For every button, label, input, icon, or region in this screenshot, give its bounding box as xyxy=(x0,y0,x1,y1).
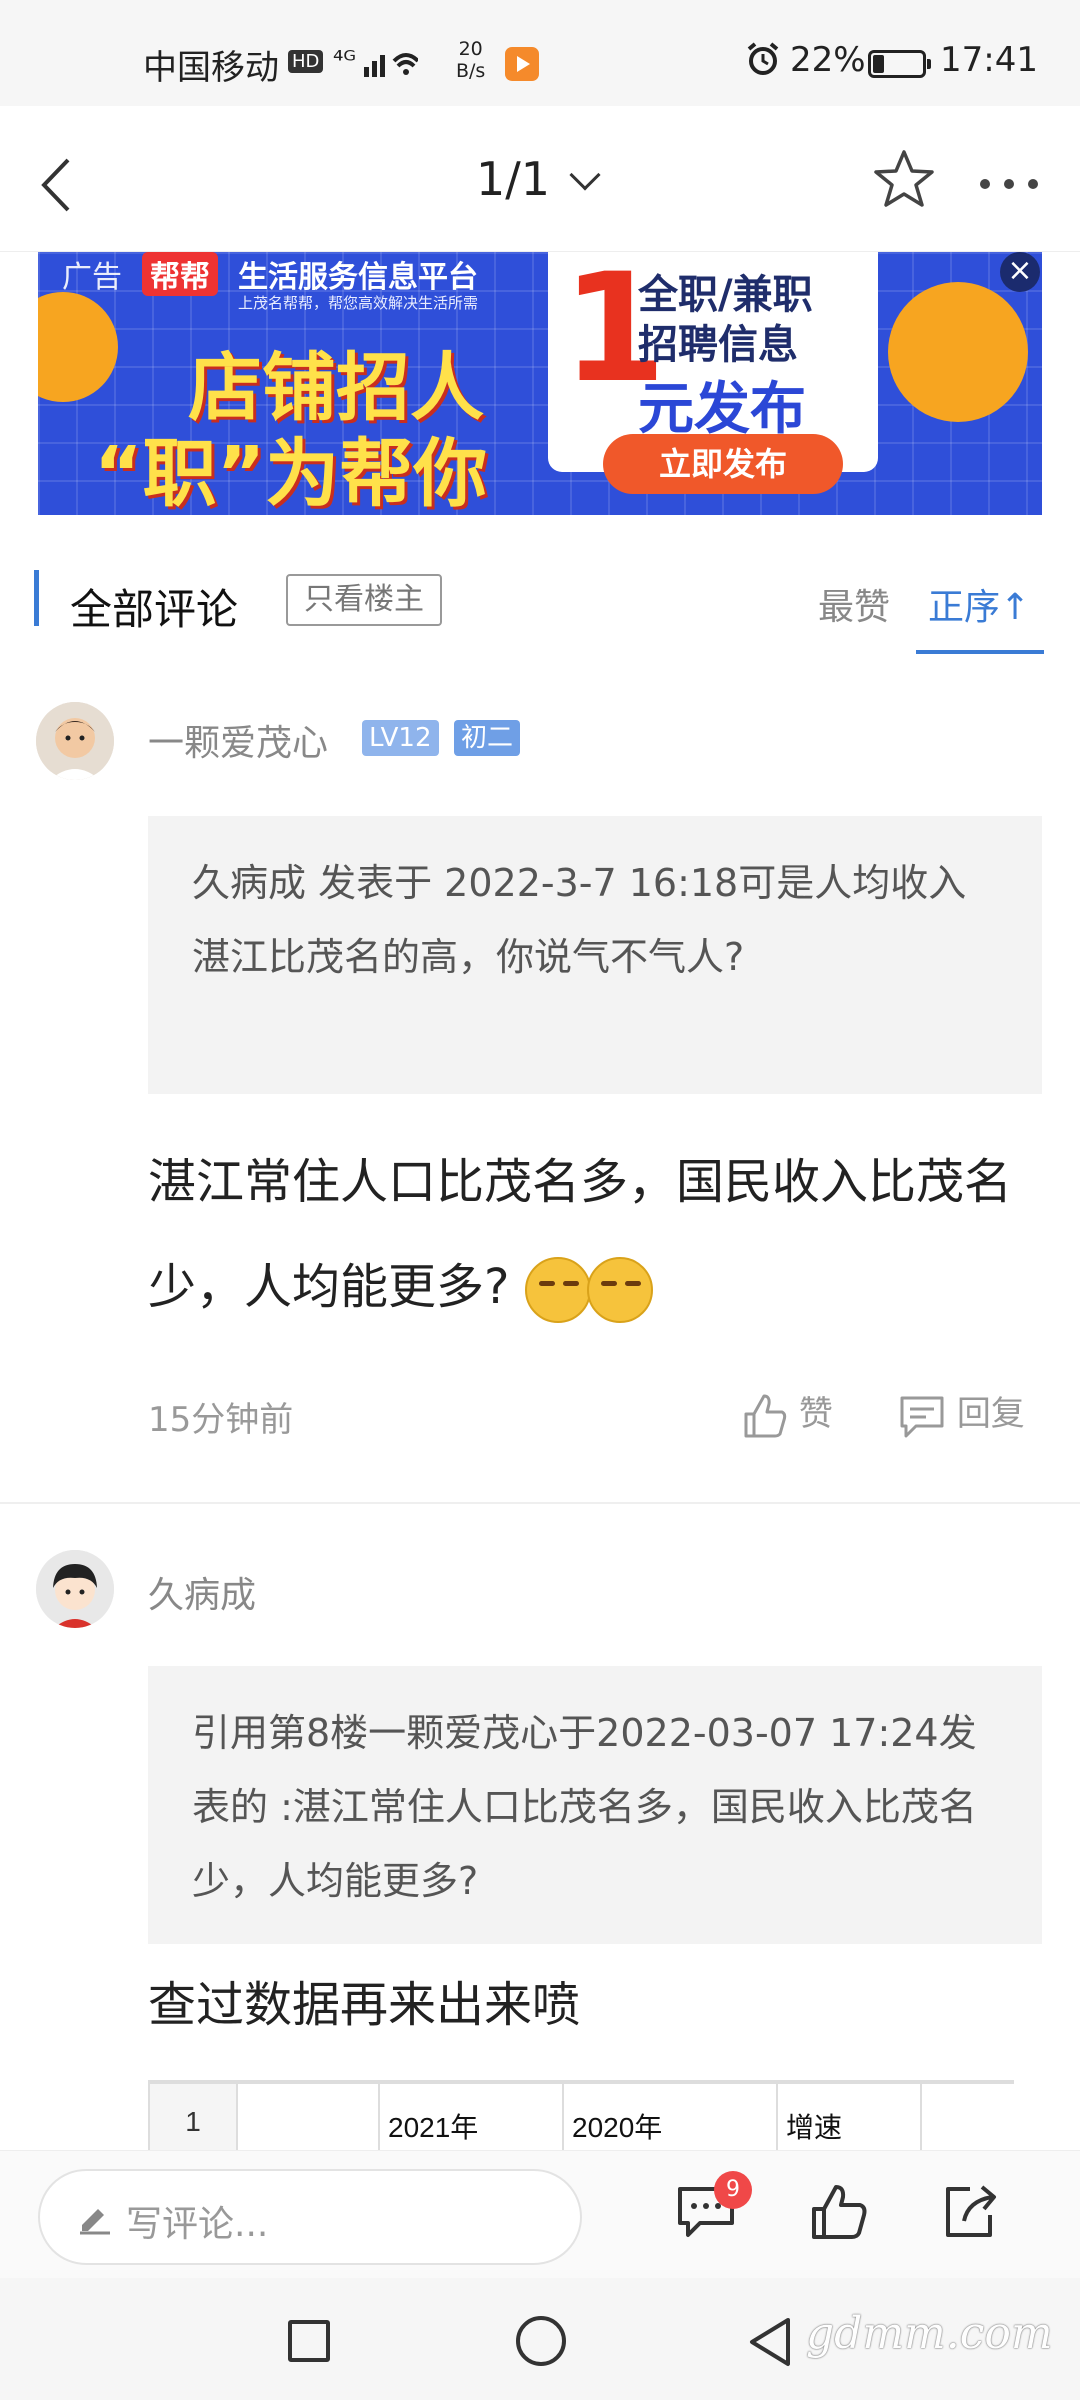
battery-percent: 22% xyxy=(790,40,866,80)
clock: 17:41 xyxy=(940,40,1038,80)
cartoon-face-left xyxy=(38,292,118,402)
status-bar: 中国移动 HD ⁴ᴳ 20 B/s 22% 17:41 xyxy=(0,0,1080,106)
quote-block: 久病成 发表于 2022-3-7 16:18可是人均收入湛江比茂名的高，你说气不… xyxy=(148,816,1042,1094)
watermark: gdmm.com xyxy=(806,2308,1053,2359)
username[interactable]: 一颗爱茂心 xyxy=(148,714,328,766)
ad-card-line-2: 招聘信息 xyxy=(638,322,798,368)
comment-input[interactable]: 写评论... xyxy=(38,2169,582,2265)
network-type: ⁴ᴳ xyxy=(333,46,357,76)
sheet-cell-f xyxy=(920,2084,1014,2150)
embedded-spreadsheet-image[interactable]: 1 2021年 2020年 增速 xyxy=(148,2080,1014,2150)
more-icon[interactable] xyxy=(980,174,1052,193)
divider xyxy=(0,1502,1080,1504)
comment-placeholder: 写评论... xyxy=(126,2204,269,2245)
like-button[interactable]: 赞 xyxy=(742,1386,833,1440)
ad-close-button[interactable]: × xyxy=(1000,252,1040,292)
comment-body: 湛江常住人口比茂名多，国民收入比茂名少，人均能更多? xyxy=(148,1130,1028,1340)
ad-headline-2: “职”为帮你 xyxy=(94,431,488,515)
comment-time: 15分钟前 xyxy=(148,1400,294,1440)
recents-icon[interactable] xyxy=(288,2320,330,2362)
back-nav-icon[interactable] xyxy=(746,2316,794,2372)
hd-badge: HD xyxy=(288,50,324,73)
smirk-emoji-icon xyxy=(524,1257,591,1323)
top-nav: 1/1 xyxy=(0,106,1080,252)
share-icon[interactable] xyxy=(940,2181,1002,2247)
active-tab-underline xyxy=(916,650,1044,654)
back-icon[interactable] xyxy=(38,156,72,218)
smirk-emoji-icon xyxy=(586,1257,653,1323)
ad-platform: 生活服务信息平台 xyxy=(238,260,478,295)
home-icon[interactable] xyxy=(516,2316,566,2366)
net-speed-value: 20 xyxy=(458,38,483,60)
alarm-icon xyxy=(744,40,782,87)
cartoon-face-right xyxy=(888,282,1028,422)
comments-title: 全部评论 xyxy=(70,585,239,634)
ad-tag: 广告 xyxy=(62,260,122,295)
ad-card-line-3: 元发布 xyxy=(638,377,806,442)
rank-badge: 初二 xyxy=(454,720,521,756)
net-speed-unit: B/s xyxy=(456,60,486,82)
sheet-cell-e: 增速 xyxy=(776,2084,920,2150)
battery-icon xyxy=(868,50,931,78)
sheet-cell-d: 2020年 xyxy=(562,2084,776,2150)
ad-brand: 帮帮 xyxy=(142,252,218,296)
thumbs-up-icon[interactable] xyxy=(808,2181,870,2247)
pencil-icon xyxy=(76,2201,112,2239)
app-notification-icon xyxy=(505,47,539,81)
section-accent-bar xyxy=(34,570,39,626)
page-indicator[interactable]: 1/1 xyxy=(476,152,550,206)
avatar[interactable] xyxy=(36,702,114,780)
ad-subtitle: 上茂名帮帮，帮您高效解决生活所需 xyxy=(238,294,479,312)
like-label: 赞 xyxy=(798,1394,833,1434)
ad-banner[interactable]: 广告 帮帮 生活服务信息平台 上茂名帮帮，帮您高效解决生活所需 店铺招人 “职”… xyxy=(38,252,1042,515)
comment-bar: 写评论... 9 xyxy=(0,2150,1080,2278)
level-badge: LV12 xyxy=(362,720,439,756)
star-icon[interactable] xyxy=(872,148,936,214)
sort-hot-tab[interactable]: 最赞 xyxy=(818,578,890,630)
ad-cta-button[interactable]: 立即发布 xyxy=(603,434,843,494)
system-nav-bar: gdmm.com xyxy=(0,2278,1080,2400)
quote-block: 引用第8楼一颗爱茂心于2022-03-07 17:24发表的 :湛江常住人口比茂… xyxy=(148,1666,1042,1944)
sheet-cell-b xyxy=(236,2084,378,2150)
sheet-cell-c: 2021年 xyxy=(378,2084,562,2150)
signal-icon: ⁴ᴳ xyxy=(333,46,420,77)
comment-body: 查过数据再来出来喷 xyxy=(148,1977,581,2033)
username[interactable]: 久病成 xyxy=(148,1566,256,1618)
chevron-down-icon[interactable] xyxy=(569,159,601,191)
net-speed: 20 B/s xyxy=(456,38,485,82)
sort-seq-tab[interactable]: 正序↑ xyxy=(928,578,1030,630)
op-only-button[interactable]: 只看楼主 xyxy=(286,574,442,626)
avatar[interactable] xyxy=(36,1550,114,1628)
comment-count-badge: 9 xyxy=(714,2171,752,2209)
sheet-row-number: 1 xyxy=(148,2084,236,2150)
comment-header: 全部评论 只看楼主 最赞 正序↑ xyxy=(0,540,1080,654)
carrier-name: 中国移动 xyxy=(143,48,279,88)
reply-button[interactable]: 回复 xyxy=(898,1386,1025,1440)
reply-label: 回复 xyxy=(956,1394,1025,1434)
